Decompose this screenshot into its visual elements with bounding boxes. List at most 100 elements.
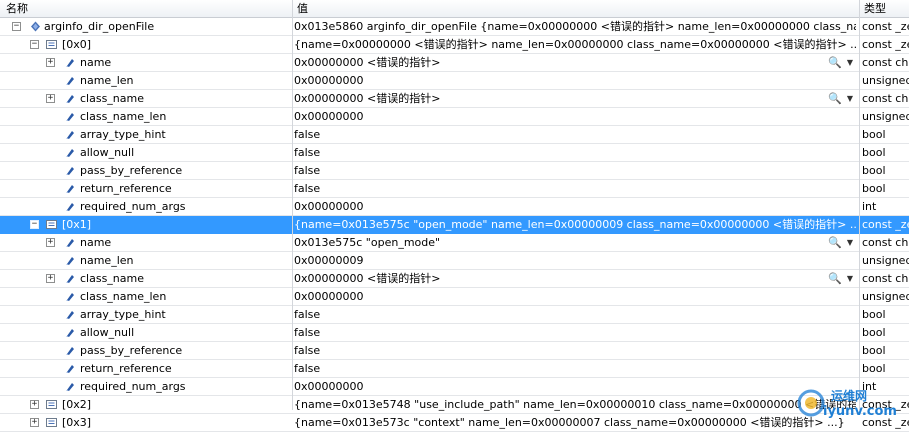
variable-name: name_len (80, 74, 134, 87)
watch-window: 名称 值 类型 − arginfo_dir_openFile 0x013e5860 … (0, 0, 909, 432)
value-cell[interactable]: 0x00000000 (294, 108, 856, 125)
tree-row[interactable]: pass_by_reference false bool (0, 162, 909, 180)
variable-name: array_type_hint (80, 128, 166, 141)
type-cell: const ch (862, 236, 909, 249)
column-divider[interactable] (859, 0, 860, 410)
variable-name: class_name_len (80, 110, 167, 123)
value-cell[interactable]: {name=0x013e575c "open_mode" name_len=0x… (294, 216, 856, 233)
variable-value: {name=0x013e575c "open_mode" name_len=0x… (294, 218, 856, 231)
tree-row[interactable]: required_num_args 0x00000000 int (0, 378, 909, 396)
variable-value: {name=0x00000000 <错误的指针> name_len=0x0000… (294, 38, 856, 51)
name-cell: + class_name (0, 90, 292, 107)
visualizer-magnifier-icon[interactable]: 🔍 (828, 54, 842, 71)
collapse-icon[interactable]: − (30, 40, 39, 49)
value-cell[interactable]: 0x013e5860 arginfo_dir_openFile {name=0x… (294, 18, 856, 35)
value-cell[interactable]: false (294, 306, 856, 323)
expand-icon[interactable]: + (46, 238, 55, 247)
value-cell[interactable]: {name=0x013e5748 "use_include_path" name… (294, 396, 856, 413)
tree-row[interactable]: − [0x1] {name=0x013e575c "open_mode" name_… (0, 216, 909, 234)
value-cell[interactable]: false (294, 162, 856, 179)
tree-row[interactable]: + name 0x00000000 <错误的指针> 🔍 ▼ const ch (0, 54, 909, 72)
value-cell[interactable]: false (294, 342, 856, 359)
variable-value: false (294, 164, 321, 177)
tree-row[interactable]: − arginfo_dir_openFile 0x013e5860 arginfo_… (0, 18, 909, 36)
field-icon (66, 203, 74, 211)
visualizer-dropdown-icon[interactable]: ▼ (847, 54, 853, 71)
value-cell[interactable]: false (294, 144, 856, 161)
type-cell: unsigned (862, 290, 909, 303)
variable-name: class_name (80, 92, 145, 105)
visualizer-magnifier-icon[interactable]: 🔍 (828, 270, 842, 287)
visualizer-dropdown-icon[interactable]: ▼ (847, 90, 853, 107)
field-icon (66, 77, 74, 85)
variable-name: pass_by_reference (80, 164, 183, 177)
tree-row[interactable]: pass_by_reference false bool (0, 342, 909, 360)
type-cell: const _ze (862, 218, 909, 231)
value-cell[interactable]: 0x00000000 (294, 378, 856, 395)
header-value[interactable]: 值 (297, 1, 308, 16)
name-cell: + [0x3] (0, 414, 292, 431)
header-name[interactable]: 名称 (6, 1, 28, 16)
tree-row[interactable]: return_reference false bool (0, 180, 909, 198)
value-cell[interactable]: false (294, 324, 856, 341)
value-cell[interactable]: false (294, 360, 856, 377)
tree-row[interactable]: + name 0x013e575c "open_mode" 🔍 ▼ const ch (0, 234, 909, 252)
name-cell: + class_name (0, 270, 292, 287)
variable-name: array_type_hint (80, 308, 166, 321)
expand-icon[interactable]: + (46, 274, 55, 283)
variable-value: 0x00000000 (294, 290, 364, 303)
tree-row[interactable]: array_type_hint false bool (0, 306, 909, 324)
tree-row[interactable]: return_reference false bool (0, 360, 909, 378)
value-cell[interactable]: 0x00000000 (294, 198, 856, 215)
variable-value: {name=0x013e573c "context" name_len=0x00… (294, 416, 845, 429)
variable-name: name_len (80, 254, 134, 267)
name-cell: pass_by_reference (0, 162, 292, 179)
tree-row[interactable]: + class_name 0x00000000 <错误的指针> 🔍 ▼ const ch (0, 90, 909, 108)
value-cell[interactable]: false (294, 180, 856, 197)
value-cell[interactable]: {name=0x013e573c "context" name_len=0x00… (294, 414, 856, 431)
expand-icon[interactable]: + (46, 58, 55, 67)
tree-row[interactable]: class_name_len 0x00000000 unsigned (0, 288, 909, 306)
header-type[interactable]: 类型 (864, 1, 886, 16)
tree-row[interactable]: − [0x0] {name=0x00000000 <错误的指针> name_len=… (0, 36, 909, 54)
value-cell[interactable]: 0x00000000 <错误的指针> 🔍 ▼ (294, 54, 856, 71)
variable-value: 0x00000000 (294, 74, 364, 87)
value-cell[interactable]: 0x00000000 (294, 72, 856, 89)
field-icon (66, 275, 74, 283)
name-cell: pass_by_reference (0, 342, 292, 359)
field-icon (66, 293, 74, 301)
tree-row[interactable]: allow_null false bool (0, 144, 909, 162)
name-cell: array_type_hint (0, 306, 292, 323)
value-cell[interactable]: 0x00000000 <错误的指针> 🔍 ▼ (294, 270, 856, 287)
tree-row[interactable]: required_num_args 0x00000000 int (0, 198, 909, 216)
expand-icon[interactable]: + (30, 400, 39, 409)
value-cell[interactable]: 0x00000000 (294, 288, 856, 305)
value-cell[interactable]: 0x00000009 (294, 252, 856, 269)
value-cell[interactable]: 0x00000000 <错误的指针> 🔍 ▼ (294, 90, 856, 107)
tree-row[interactable]: class_name_len 0x00000000 unsigned (0, 108, 909, 126)
value-cell[interactable]: false (294, 126, 856, 143)
variable-name: [0x0] (62, 38, 92, 51)
tree-row[interactable]: + class_name 0x00000000 <错误的指针> 🔍 ▼ const ch (0, 270, 909, 288)
expand-icon[interactable]: + (30, 418, 39, 427)
expand-icon[interactable]: + (46, 94, 55, 103)
visualizer-magnifier-icon[interactable]: 🔍 (828, 90, 842, 107)
tree-row[interactable]: allow_null false bool (0, 324, 909, 342)
column-header: 名称 值 类型 (0, 0, 909, 18)
variable-value: 0x00000000 (294, 200, 364, 213)
column-divider[interactable] (292, 0, 293, 410)
collapse-icon[interactable]: − (30, 220, 39, 229)
tree-row[interactable]: + [0x3] {name=0x013e573c "context" name_le… (0, 414, 909, 432)
variable-value: false (294, 182, 321, 195)
tree-row[interactable]: + [0x2] {name=0x013e5748 "use_include_path… (0, 396, 909, 414)
visualizer-dropdown-icon[interactable]: ▼ (847, 270, 853, 287)
value-cell[interactable]: {name=0x00000000 <错误的指针> name_len=0x0000… (294, 36, 856, 53)
tree-row[interactable]: name_len 0x00000000 unsigned (0, 72, 909, 90)
watermark-cn-text: 运维网 (831, 389, 868, 403)
tree-row[interactable]: name_len 0x00000009 unsigned (0, 252, 909, 270)
tree-row[interactable]: array_type_hint false bool (0, 126, 909, 144)
collapse-icon[interactable]: − (12, 22, 21, 31)
value-cell[interactable]: 0x013e575c "open_mode" 🔍 ▼ (294, 234, 856, 251)
visualizer-magnifier-icon[interactable]: 🔍 (828, 234, 842, 251)
visualizer-dropdown-icon[interactable]: ▼ (847, 234, 853, 251)
